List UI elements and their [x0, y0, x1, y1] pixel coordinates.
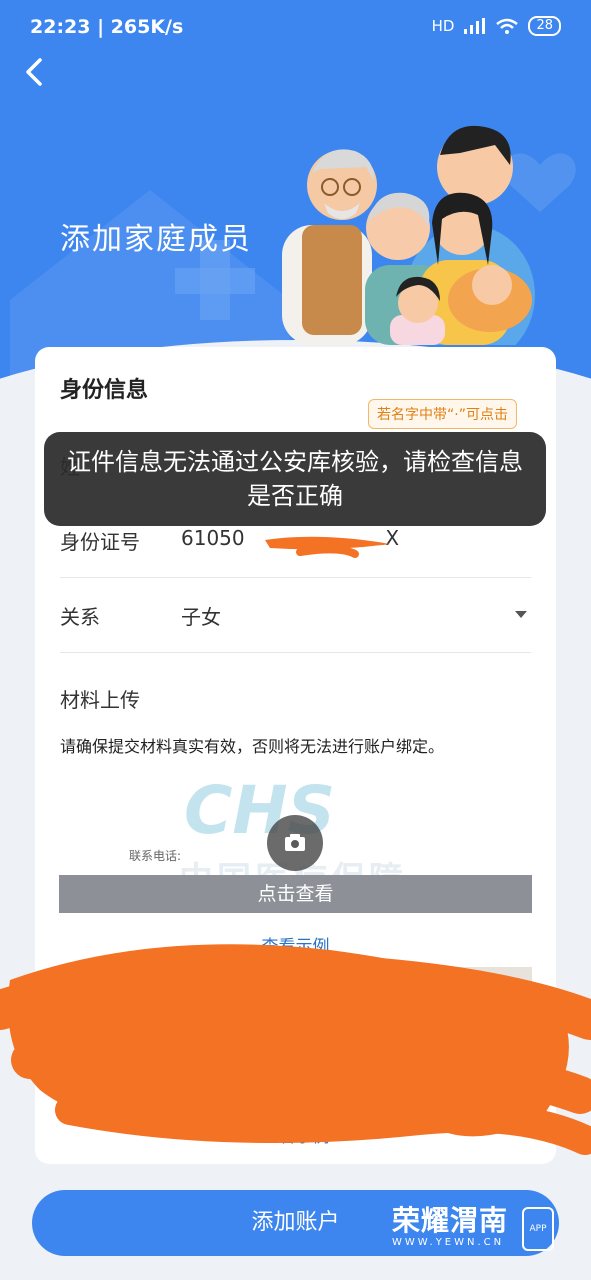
status-bar: 22:23 | 265K/s HD 28: [0, 0, 591, 52]
medical-card-upload[interactable]: CHS 联系电话: 中国医疗保障 点击查看: [59, 772, 532, 913]
watermark-url: WWW.YEWN.CN: [392, 1237, 505, 1248]
page-title: 添加家庭成员: [60, 222, 252, 257]
id-number-value[interactable]: 61050 X: [181, 526, 399, 550]
status-icons: HD 28: [432, 16, 561, 36]
sample-phone-label: 联系电话:: [129, 849, 182, 863]
upload-note: 请确保提交材料真实有效，否则将无法进行账户绑定。: [60, 737, 445, 756]
id-card-front-upload[interactable]: [59, 967, 289, 1102]
upload-title: 材料上传: [60, 688, 140, 712]
relation-row[interactable]: 关系 子女: [60, 577, 531, 653]
id-number-label: 身份证号: [60, 530, 140, 554]
section-title: 身份信息: [60, 378, 149, 403]
signal-icon: [464, 18, 486, 34]
relation-value[interactable]: 子女: [181, 601, 221, 630]
watermark-title: 荣耀渭南: [392, 1204, 509, 1237]
name-dot-hint[interactable]: 若名字中带“·”可点击: [368, 399, 517, 429]
camera-button[interactable]: [267, 815, 323, 871]
camera-icon: [285, 834, 305, 851]
wifi-icon: [496, 18, 519, 34]
back-button[interactable]: [18, 54, 54, 90]
relation-label: 关系: [60, 605, 100, 629]
dropdown-arrow-icon[interactable]: [515, 611, 527, 618]
family-illustration: [282, 125, 535, 345]
view-front-button[interactable]: [59, 1068, 289, 1102]
error-toast: 证件信息无法通过公安库核验，请检查信息是否正确: [44, 432, 546, 526]
id-number-suffix: X: [385, 526, 400, 550]
id-card-upload-row: [59, 967, 532, 1102]
view-button[interactable]: 点击查看: [59, 875, 532, 913]
id-number-prefix: 61050: [181, 526, 245, 550]
watermark: 荣耀渭南 WWW.YEWN.CN APP: [392, 1204, 554, 1251]
battery-icon: 28: [528, 16, 561, 36]
view-example-link[interactable]: 查看示例: [35, 932, 556, 957]
view-back-button[interactable]: [302, 1068, 532, 1102]
clock: 22:23: [30, 16, 91, 38]
status-time: 22:23 | 265K/s: [30, 16, 184, 38]
watermark-app-badge: APP: [522, 1207, 554, 1251]
header-banner: 22:23 | 265K/s HD 28 添加家庭成员: [0, 0, 591, 395]
id-card-back-upload[interactable]: [302, 967, 532, 1102]
network-speed: 265K/s: [110, 16, 184, 38]
view-example-link-2[interactable]: 查看示例: [35, 1122, 556, 1147]
network-type: HD: [431, 17, 455, 35]
chevron-left-icon: [26, 58, 42, 86]
